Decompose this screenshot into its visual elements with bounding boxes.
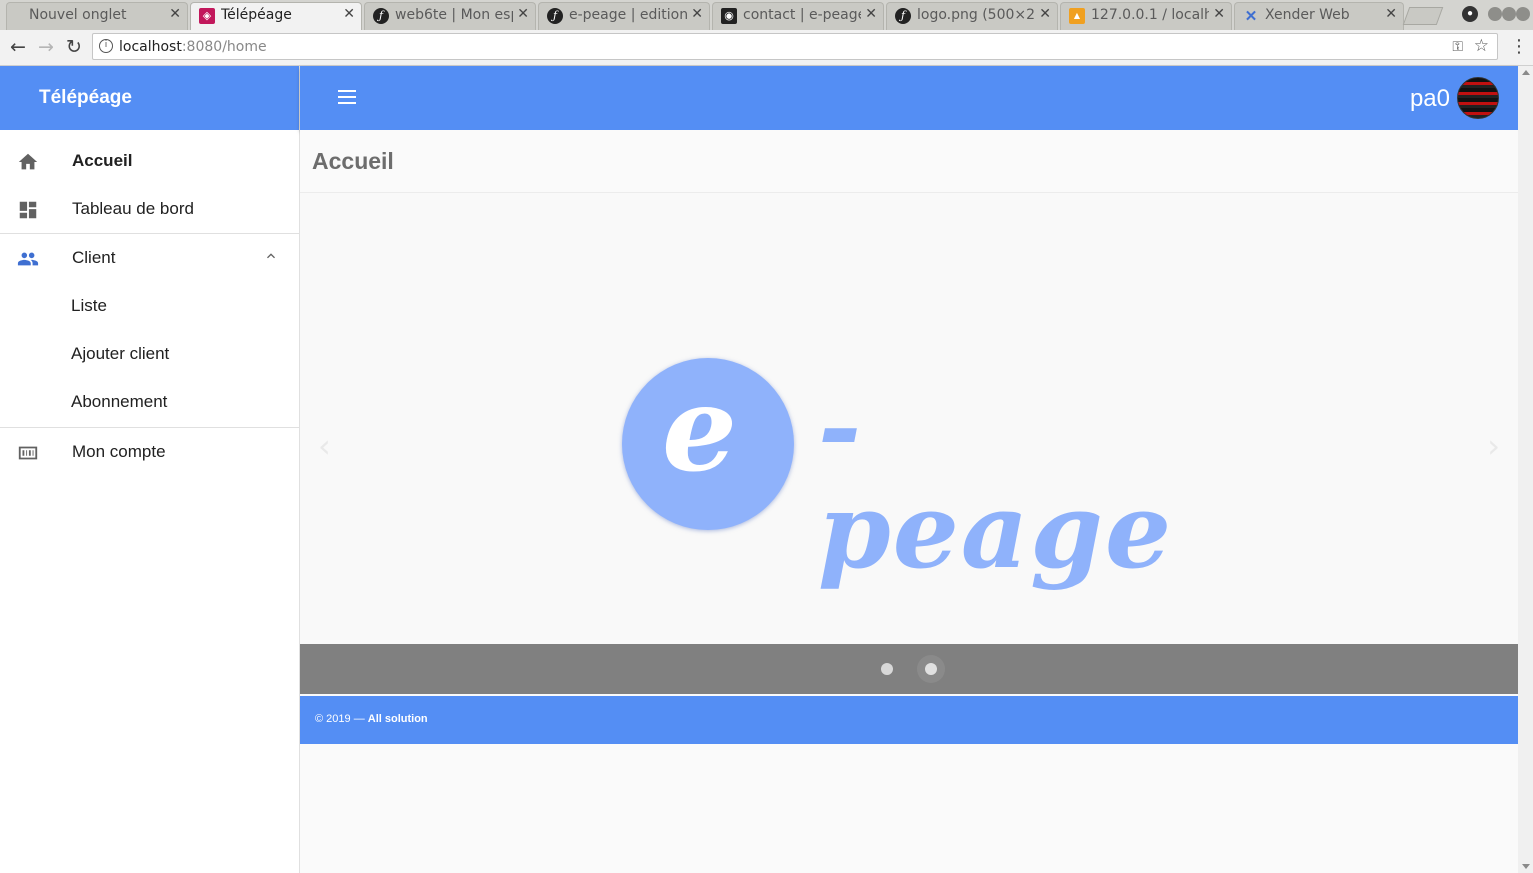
sidebar-subitem-liste[interactable]: Liste xyxy=(0,282,299,330)
back-arrow-icon[interactable]: ← xyxy=(7,36,29,58)
carousel-prev-icon[interactable]: ‹ xyxy=(318,427,331,465)
close-icon[interactable]: ✕ xyxy=(343,6,355,22)
app-brand[interactable]: Télépéage xyxy=(0,66,299,130)
close-icon[interactable]: ✕ xyxy=(517,6,529,22)
address-bar[interactable]: i localhost:8080/home ⚿ ☆ xyxy=(92,33,1498,60)
browser-tab-strip: Nouvel onglet ✕ ◈ Télépéage ✕ ƒ web6te |… xyxy=(0,0,1533,30)
browser-tab-epeage-edition[interactable]: ƒ e-peage | edition ✕ xyxy=(538,2,710,30)
avatar[interactable] xyxy=(1457,77,1499,119)
browser-tab-telepeage[interactable]: ◈ Télépéage ✕ xyxy=(190,2,362,30)
site-info-icon[interactable]: i xyxy=(99,39,113,53)
footer-copyright: © 2019 — xyxy=(315,713,365,725)
url-path: :8080/home xyxy=(181,39,267,55)
sidebar-subitem-abonnement[interactable]: Abonnement xyxy=(0,378,299,427)
logo-circle: e xyxy=(622,358,794,530)
page-title: Accueil xyxy=(312,148,394,174)
browser-tab-web6te[interactable]: ƒ web6te | Mon espace ✕ xyxy=(364,2,536,30)
window-close-icon[interactable] xyxy=(1516,7,1530,21)
url-host: localhost xyxy=(119,39,182,55)
github-favicon-icon: ◉ xyxy=(721,8,737,24)
footer-company: All solution xyxy=(367,713,428,725)
close-icon[interactable]: ✕ xyxy=(691,6,703,22)
bookmark-star-icon[interactable]: ☆ xyxy=(1474,36,1489,56)
tab-title: 127.0.0.1 / localhost xyxy=(1091,7,1209,23)
new-tab-button[interactable] xyxy=(1402,7,1444,25)
forward-arrow-icon[interactable]: → xyxy=(35,36,57,58)
tab-title: Nouvel onglet xyxy=(29,7,127,23)
browser-tab-phpmyadmin[interactable]: ▲ 127.0.0.1 / localhost ✕ xyxy=(1060,2,1232,30)
logo-word: -peage xyxy=(818,365,1174,592)
tab-title: contact | e-peage xyxy=(743,7,861,23)
menu-icon[interactable] xyxy=(338,90,358,106)
home-icon xyxy=(18,153,38,170)
symfony-favicon-icon: ƒ xyxy=(373,8,389,24)
browser-tab-logo-png[interactable]: ƒ logo.png (500×250) ✕ xyxy=(886,2,1058,30)
scroll-down-icon[interactable] xyxy=(1522,864,1530,869)
close-icon[interactable]: ✕ xyxy=(1039,6,1051,22)
carousel: ‹ › e -peage xyxy=(300,193,1518,694)
sidebar-item-mon-compte[interactable]: Mon compte xyxy=(0,428,299,476)
maximize-icon[interactable] xyxy=(1502,7,1516,21)
logo-letter: e xyxy=(662,359,738,498)
dashboard-icon xyxy=(19,201,37,219)
browser-menu-icon[interactable]: ⋮ xyxy=(1510,36,1528,57)
main-content: Accueil ‹ › e -peage © 2019 — All soluti… xyxy=(300,130,1518,873)
browser-tab-nouvel-onglet[interactable]: Nouvel onglet ✕ xyxy=(6,2,188,30)
tab-title: Xender Web xyxy=(1265,7,1350,23)
close-icon[interactable]: ✕ xyxy=(169,6,181,22)
people-icon xyxy=(17,252,39,266)
close-icon[interactable]: ✕ xyxy=(1213,6,1225,22)
close-icon[interactable]: ✕ xyxy=(1385,6,1397,22)
username[interactable]: pa0 xyxy=(1410,85,1450,113)
sidebar-item-label: Accueil xyxy=(72,151,133,170)
profile-icon[interactable]: ● xyxy=(1462,6,1478,22)
footer: © 2019 — All solution xyxy=(300,696,1518,744)
carousel-next-icon[interactable]: › xyxy=(1487,427,1500,465)
tab-title: Télépéage xyxy=(221,7,292,23)
telepeage-favicon-icon: ◈ xyxy=(199,8,215,24)
phpmyadmin-favicon-icon: ▲ xyxy=(1069,8,1085,24)
scroll-up-icon[interactable] xyxy=(1522,70,1530,75)
chevron-up-icon[interactable] xyxy=(263,248,279,264)
sidebar-item-label: Tableau de bord xyxy=(72,199,194,218)
sidebar-item-accueil[interactable]: Accueil xyxy=(0,137,299,185)
sidebar-item-label: Mon compte xyxy=(72,442,166,461)
symfony-favicon-icon: ƒ xyxy=(547,8,563,24)
tab-title: logo.png (500×250) xyxy=(917,7,1035,23)
close-icon[interactable]: ✕ xyxy=(865,6,877,22)
carousel-indicator-2[interactable] xyxy=(917,655,945,683)
tab-title: web6te | Mon espace xyxy=(395,7,513,23)
symfony-favicon-icon: ƒ xyxy=(895,8,911,24)
tab-title: e-peage | edition xyxy=(569,7,687,23)
browser-tab-xender[interactable]: ✕ Xender Web ✕ xyxy=(1234,2,1404,30)
page-scrollbar[interactable] xyxy=(1518,66,1533,873)
minimize-icon[interactable] xyxy=(1488,7,1502,21)
carousel-indicator-1[interactable] xyxy=(881,663,893,675)
sidebar-item-tableau-de-bord[interactable]: Tableau de bord xyxy=(0,185,299,233)
browser-tab-contact[interactable]: ◉ contact | e-peage ✕ xyxy=(712,2,884,30)
carousel-indicators xyxy=(300,644,1518,694)
sidebar-subitem-ajouter-client[interactable]: Ajouter client xyxy=(0,330,299,378)
key-icon[interactable]: ⚿ xyxy=(1452,38,1463,55)
sidebar-item-client[interactable]: Client xyxy=(0,234,299,282)
sidebar: Télépéage Accueil Tableau de bord Client… xyxy=(0,66,300,873)
address-url[interactable]: localhost:8080/home xyxy=(119,39,267,55)
account-icon xyxy=(18,446,38,460)
sidebar-item-label: Liste xyxy=(71,296,107,315)
sidebar-item-label: Client xyxy=(72,248,116,267)
browser-toolbar: ← → ↻ i localhost:8080/home ⚿ ☆ ⋮ xyxy=(0,30,1533,66)
sidebar-item-label: Abonnement xyxy=(71,392,168,411)
reload-icon[interactable]: ↻ xyxy=(63,36,85,58)
sidebar-item-label: Ajouter client xyxy=(71,344,170,363)
epeage-logo: e -peage xyxy=(622,357,1198,583)
app-topbar: pa0 xyxy=(300,66,1518,130)
xender-favicon-icon: ✕ xyxy=(1244,7,1258,25)
